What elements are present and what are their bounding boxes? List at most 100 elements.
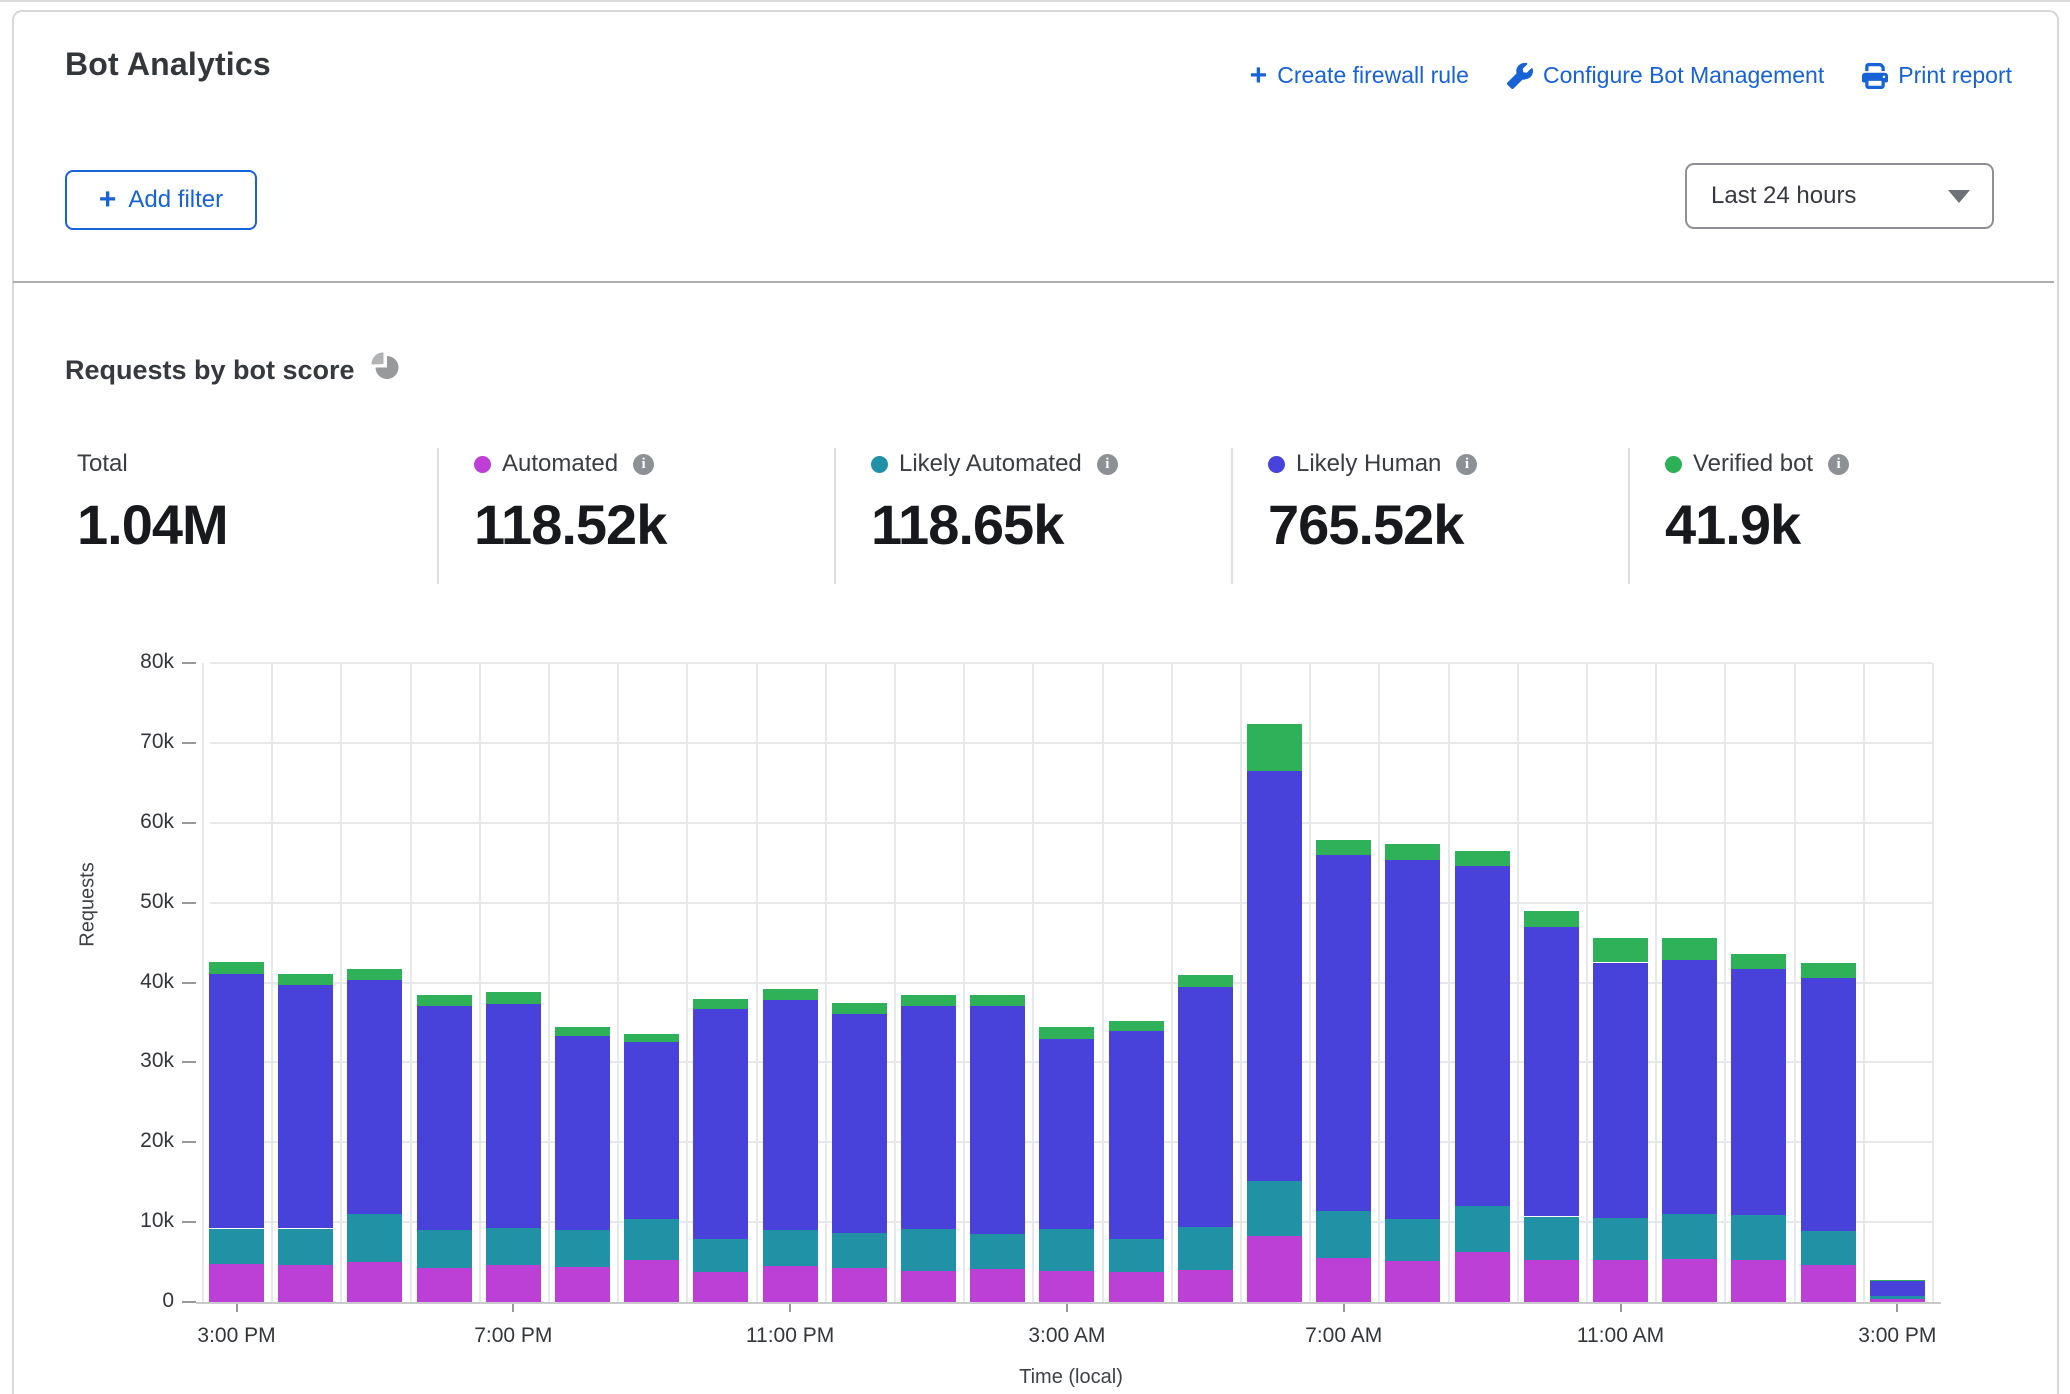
y-axis-tick-label: 10k: [104, 1209, 174, 1233]
bar-group[interactable]: [624, 1034, 679, 1302]
y-tick-mark: [182, 662, 196, 664]
bar-group[interactable]: [555, 1027, 610, 1302]
stat-label: Likely Automated: [899, 450, 1082, 478]
x-gridline: [1309, 663, 1311, 1302]
bar-group[interactable]: [970, 995, 1025, 1302]
stat-label: Automated: [502, 450, 618, 478]
stat-label-row: Total: [77, 450, 457, 478]
bar-group[interactable]: [347, 969, 402, 1302]
bar-segment-likely-automated: [278, 1229, 333, 1266]
bar-group[interactable]: [901, 995, 956, 1302]
info-icon[interactable]: i: [633, 454, 654, 475]
bar-segment-likely-human: [278, 985, 333, 1229]
bar-segment-automated: [486, 1265, 541, 1302]
bar-segment-verified-bot: [832, 1003, 887, 1014]
y-axis-tick-label: 0: [104, 1289, 174, 1313]
bar-group[interactable]: [278, 974, 333, 1302]
bar-group[interactable]: [1385, 844, 1440, 1303]
bar-segment-likely-automated: [1039, 1229, 1094, 1271]
bar-group[interactable]: [1109, 1021, 1164, 1302]
printer-icon: [1862, 63, 1888, 89]
info-icon[interactable]: i: [1456, 454, 1477, 475]
bar-segment-automated: [1385, 1261, 1440, 1302]
bar-group[interactable]: [1524, 911, 1579, 1302]
bar-group[interactable]: [1178, 975, 1233, 1302]
bar-group[interactable]: [1662, 938, 1717, 1302]
bar-segment-verified-bot: [1593, 938, 1648, 962]
stat-block-likely-automated: Likely Automatedi118.65k: [871, 450, 1251, 557]
bar-segment-likely-automated: [1316, 1211, 1371, 1258]
bar-group[interactable]: [417, 995, 472, 1302]
print-report-label: Print report: [1898, 62, 2012, 89]
time-range-dropdown[interactable]: Last 24 hours: [1685, 163, 1994, 229]
x-gridline: [548, 663, 550, 1302]
bar-segment-verified-bot: [1524, 911, 1579, 926]
time-range-value: Last 24 hours: [1711, 182, 1856, 210]
create-firewall-rule-link[interactable]: + Create firewall rule: [1250, 62, 1469, 89]
bar-group[interactable]: [693, 999, 748, 1302]
bot-analytics-page: Bot Analytics + Create firewall rule Con…: [0, 0, 2070, 1394]
bar-group[interactable]: [832, 1003, 887, 1303]
bar-segment-likely-automated: [763, 1230, 818, 1266]
y-axis-tick-label: 60k: [104, 810, 174, 834]
bar-group[interactable]: [763, 989, 818, 1302]
bar-segment-likely-human: [970, 1006, 1025, 1234]
bar-segment-likely-human: [1455, 866, 1510, 1206]
add-filter-button[interactable]: + Add filter: [65, 170, 257, 230]
x-axis-tick-label: 3:00 AM: [997, 1324, 1137, 1348]
stat-label: Verified bot: [1693, 450, 1813, 478]
bar-segment-automated: [624, 1260, 679, 1302]
bar-group[interactable]: [486, 992, 541, 1302]
bar-group[interactable]: [1593, 939, 1648, 1302]
stat-block-likely-human: Likely Humani765.52k: [1268, 450, 1648, 557]
bar-group[interactable]: [209, 962, 264, 1302]
bar-group[interactable]: [1247, 724, 1302, 1302]
x-axis-tick-label: 7:00 PM: [443, 1324, 583, 1348]
bar-group[interactable]: [1316, 840, 1371, 1303]
bar-segment-likely-automated: [1178, 1227, 1233, 1270]
bar-group[interactable]: [1870, 1280, 1925, 1302]
bar-segment-verified-bot: [347, 969, 402, 980]
x-tick-mark: [1620, 1304, 1622, 1312]
x-gridline: [963, 663, 965, 1302]
stat-value: 41.9k: [1665, 492, 2045, 557]
x-gridline: [410, 663, 412, 1302]
x-axis-title: Time (local): [921, 1366, 1221, 1389]
bar-segment-verified-bot: [417, 995, 472, 1006]
x-tick-mark: [236, 1304, 238, 1312]
configure-bot-management-link[interactable]: Configure Bot Management: [1507, 62, 1824, 89]
bar-segment-likely-human: [832, 1014, 887, 1233]
bar-segment-automated: [1109, 1272, 1164, 1302]
configure-bot-management-label: Configure Bot Management: [1543, 62, 1824, 89]
y-axis-tick-label: 70k: [104, 730, 174, 754]
stat-label-row: Verified bot i: [1665, 450, 2045, 478]
y-gridline: [210, 822, 1932, 824]
x-gridline: [1586, 663, 1588, 1302]
bar-segment-likely-human: [209, 974, 264, 1229]
bar-segment-likely-human: [1593, 963, 1648, 1219]
bar-segment-likely-human: [1801, 978, 1856, 1231]
y-tick-mark: [182, 1221, 196, 1223]
x-gridline: [1932, 663, 1934, 1302]
print-report-link[interactable]: Print report: [1862, 62, 2012, 89]
info-icon[interactable]: i: [1097, 454, 1118, 475]
x-axis-tick-label: 3:00 PM: [167, 1324, 307, 1348]
info-icon[interactable]: i: [1828, 454, 1849, 475]
bar-group[interactable]: [1039, 1027, 1094, 1302]
bar-group[interactable]: [1801, 963, 1856, 1303]
y-tick-mark: [182, 742, 196, 744]
bar-segment-verified-bot: [1731, 954, 1786, 969]
bar-segment-likely-human: [1662, 960, 1717, 1214]
bar-segment-likely-human: [417, 1006, 472, 1230]
bar-segment-automated: [970, 1269, 1025, 1302]
bar-segment-likely-human: [624, 1042, 679, 1219]
legend-dot: [474, 456, 491, 473]
x-gridline: [1102, 663, 1104, 1302]
stat-divider: [1628, 448, 1630, 584]
bar-segment-likely-human: [1870, 1281, 1925, 1296]
bar-group[interactable]: [1731, 954, 1786, 1302]
x-gridline: [202, 663, 204, 1302]
bar-group[interactable]: [1455, 851, 1510, 1302]
y-tick-mark: [182, 982, 196, 984]
legend-dot: [1268, 456, 1285, 473]
